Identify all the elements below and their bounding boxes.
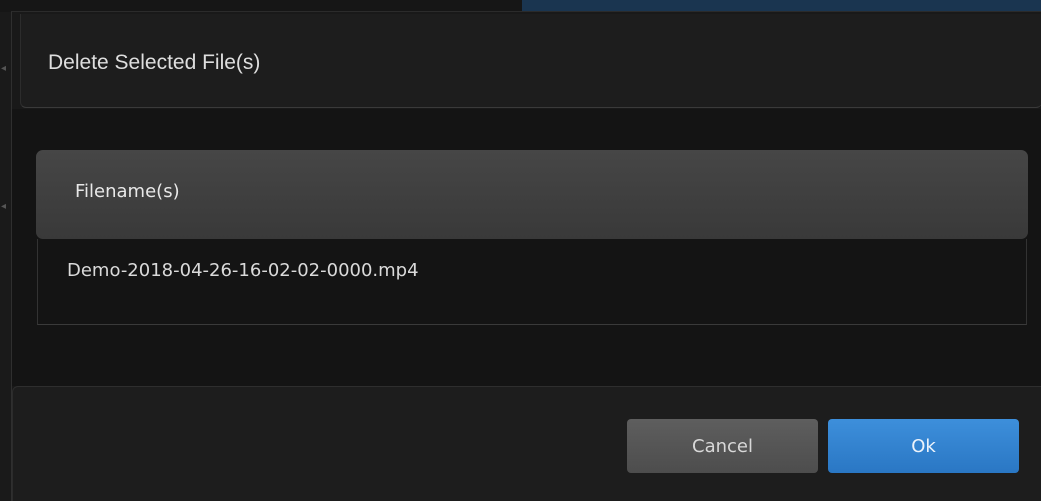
table-body: Demo-2018-04-26-16-02-02-0000.mp4 <box>37 239 1027 325</box>
file-table: Filename(s) Demo-2018-04-26-16-02-02-000… <box>36 150 1028 325</box>
app-screen: ◂ ◂ Delete Selected File(s) Filename(s) … <box>0 0 1041 501</box>
dialog-footer: Cancel Ok <box>12 386 1041 501</box>
table-row-filename: Demo-2018-04-26-16-02-02-0000.mp4 <box>67 260 419 281</box>
dialog-title: Delete Selected File(s) <box>48 51 261 74</box>
dialog-header: Delete Selected File(s) <box>20 14 1041 108</box>
column-header-filenames: Filename(s) <box>75 181 180 202</box>
dialog-body: Filename(s) Demo-2018-04-26-16-02-02-000… <box>12 109 1041 386</box>
delete-files-dialog: Delete Selected File(s) Filename(s) Demo… <box>11 11 1041 501</box>
ok-button[interactable]: Ok <box>828 419 1019 473</box>
caret-left-icon: ◂ <box>1 201 7 212</box>
table-header: Filename(s) <box>36 150 1028 239</box>
background-app-edge: ◂ ◂ <box>0 12 11 501</box>
cancel-button[interactable]: Cancel <box>627 419 818 473</box>
caret-left-icon: ◂ <box>1 63 7 74</box>
